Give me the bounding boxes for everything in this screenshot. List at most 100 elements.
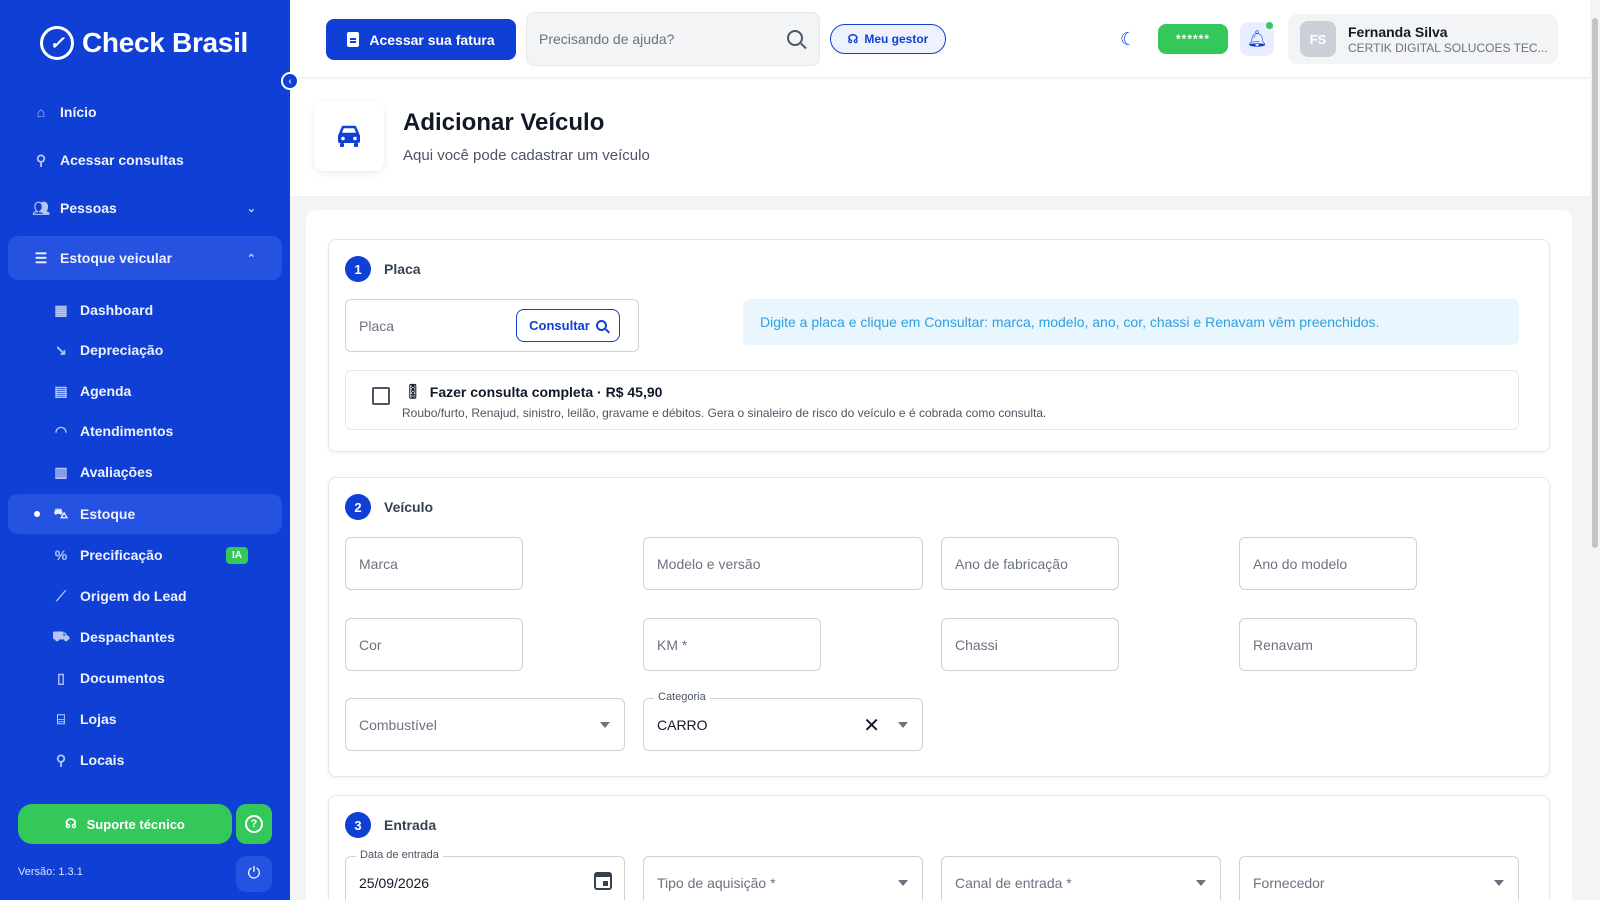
sidebar-subitem-agenda[interactable]: ▤ Agenda	[8, 371, 282, 411]
sidebar-item-inicio[interactable]: ⌂ Início	[8, 92, 282, 132]
sidebar-collapse-button[interactable]: ‹	[281, 72, 299, 90]
km-field[interactable]: KM *	[643, 618, 821, 671]
sidebar-subitem-estoque[interactable]: ⛍ Estoque	[8, 494, 282, 534]
user-name: Fernanda Silva	[1348, 23, 1448, 40]
sidebar-subitem-depreciacao[interactable]: ↘ Depreciação	[8, 330, 282, 370]
sidebar-item-label: Início	[60, 104, 97, 120]
invoice-label: Acessar sua fatura	[369, 31, 495, 48]
sidebar-item-consultas[interactable]: ⚲ Acessar consultas	[8, 140, 282, 180]
home-icon: ⌂	[36, 104, 46, 120]
caret-down-icon	[898, 880, 908, 886]
sidebar: ✓ Check Brasil ⌂ Início ⚲ Acessar consul…	[0, 0, 290, 900]
masked-password-pill[interactable]: ******	[1158, 24, 1228, 54]
consult-button[interactable]: Consultar	[516, 309, 620, 342]
sidebar-subitem-lojas[interactable]: ⌸ Lojas	[8, 699, 282, 739]
categoria-label: Categoria	[654, 691, 710, 703]
ano-fabricacao-field[interactable]: Ano de fabricação	[941, 537, 1119, 590]
search-icon	[595, 320, 607, 331]
section-title: Entrada	[384, 817, 437, 833]
caret-down-icon	[898, 722, 908, 728]
trend-icon: ⟋	[56, 587, 66, 604]
sidebar-subitem-origem-lead[interactable]: ⟋ Origem do Lead	[8, 576, 282, 616]
full-check-title-row: 🚦︎ Fazer consulta completa · R$ 45,90	[404, 383, 662, 400]
cor-field[interactable]: Cor	[345, 618, 523, 671]
headset-icon: ☊	[847, 32, 859, 46]
section-title: Veículo	[384, 499, 434, 515]
notifications-button[interactable]: 🔔︎	[1240, 22, 1274, 56]
combustivel-placeholder: Combustível	[359, 716, 437, 733]
sidebar-subitem-label: Locais	[80, 752, 125, 768]
info-message: Digite a placa e clique em Consultar: ma…	[743, 299, 1519, 345]
clipboard-icon: ▥	[54, 463, 68, 480]
chevron-left-icon: ‹	[288, 75, 292, 87]
full-check-checkbox[interactable]	[372, 387, 390, 405]
headset-icon: ◠	[54, 422, 68, 439]
top-header: Acessar sua fatura ☊ Meu gestor ☾ ******…	[290, 0, 1590, 78]
sidebar-subitem-avaliacoes[interactable]: ▥ Avaliações	[8, 452, 282, 492]
data-entrada-field[interactable]: Data de entrada 25/09/2026	[345, 849, 625, 900]
sidebar-subitem-label: Dashboard	[80, 302, 154, 318]
invoice-button[interactable]: Acessar sua fatura	[326, 19, 516, 60]
renavam-field[interactable]: Renavam	[1239, 618, 1417, 671]
plate-placeholder: Placa	[359, 317, 395, 334]
section-entrada: 3 Entrada Data de entrada 25/09/2026 Tip…	[328, 795, 1550, 900]
full-check-title: Fazer consulta completa · R$ 45,90	[429, 383, 663, 400]
sidebar-subitem-label: Avaliações	[80, 464, 153, 480]
logout-button[interactable]: ⏻	[236, 856, 272, 892]
sidebar-item-pessoas[interactable]: 👥︎ Pessoas ⌄	[8, 188, 282, 228]
sidebar-subitem-despachantes[interactable]: ⛟ Despachantes	[8, 617, 282, 657]
sidebar-subitem-dashboard[interactable]: ▦ Dashboard	[8, 290, 282, 330]
fornecedor-select[interactable]: Fornecedor	[1239, 856, 1519, 900]
combustivel-select[interactable]: Combustível	[345, 698, 625, 751]
help-button[interactable]: ?	[236, 804, 272, 844]
calendar-icon[interactable]	[594, 872, 612, 890]
tipo-aquisicao-select[interactable]: Tipo de aquisição *	[643, 856, 923, 900]
step-number: 1	[345, 256, 371, 282]
avatar: FS	[1300, 21, 1336, 57]
plate-field[interactable]: Placa Consultar	[345, 299, 639, 352]
headset-icon: ☊	[65, 816, 77, 831]
categoria-select[interactable]: Categoria CARRO ✕	[643, 691, 923, 751]
sidebar-subitem-documentos[interactable]: ▯ Documentos	[8, 658, 282, 698]
marca-field[interactable]: Marca	[345, 537, 523, 590]
user-menu[interactable]: FS Fernanda Silva CERTIK DIGITAL SOLUCOE…	[1288, 14, 1558, 64]
search-icon: ⚲	[35, 151, 47, 168]
document-icon: ▯	[57, 669, 65, 686]
brand-logo[interactable]: ✓ Check Brasil	[40, 26, 248, 60]
sidebar-subitem-label: Atendimentos	[80, 423, 174, 439]
sidebar-subitem-locais[interactable]: ⚲ Locais	[8, 740, 282, 780]
sidebar-subitem-label: Agenda	[80, 383, 132, 399]
ia-badge: IA	[226, 546, 248, 564]
garage-icon: ☰	[34, 249, 48, 266]
support-button[interactable]: ☊ Suporte técnico	[18, 804, 232, 844]
clear-icon[interactable]: ✕	[863, 713, 880, 738]
logo-mark-icon: ✓	[40, 26, 74, 60]
modelo-placeholder: Modelo e versão	[657, 555, 761, 572]
manager-button[interactable]: ☊ Meu gestor	[830, 24, 946, 54]
manager-label: Meu gestor	[864, 32, 929, 46]
help-search-input[interactable]	[539, 31, 769, 47]
traffic-light-icon: 🚦︎	[404, 383, 422, 399]
chevron-up-icon: ⌃	[246, 252, 256, 265]
sidebar-subitem-atendimentos[interactable]: ◠ Atendimentos	[8, 411, 282, 451]
sidebar-subitem-precificacao[interactable]: % Precificação IA	[8, 535, 282, 575]
scrollbar-thumb[interactable]	[1592, 18, 1598, 548]
ano-modelo-placeholder: Ano do modelo	[1253, 555, 1348, 572]
chevron-down-icon: ⌄	[246, 202, 256, 215]
bell-icon: 🔔︎	[1246, 31, 1268, 48]
canal-entrada-placeholder: Canal de entrada *	[955, 874, 1072, 891]
dark-mode-toggle-icon[interactable]: ☾	[1120, 29, 1136, 50]
sidebar-item-estoque-veicular[interactable]: ☰ Estoque veicular ⌃	[8, 236, 282, 280]
chassi-field[interactable]: Chassi	[941, 618, 1119, 671]
search-icon[interactable]	[787, 30, 803, 46]
data-entrada-value: 25/09/2026	[359, 874, 430, 891]
canal-entrada-select[interactable]: Canal de entrada *	[941, 856, 1221, 900]
sidebar-subitem-label: Documentos	[80, 670, 165, 686]
chassi-placeholder: Chassi	[955, 636, 998, 653]
caret-down-icon	[1196, 880, 1206, 886]
page-scrollbar[interactable]	[1590, 0, 1600, 900]
page-subtitle: Aqui você pode cadastrar um veículo	[403, 147, 650, 164]
ano-modelo-field[interactable]: Ano do modelo	[1239, 537, 1417, 590]
modelo-field[interactable]: Modelo e versão	[643, 537, 923, 590]
help-icon: ?	[245, 815, 263, 833]
